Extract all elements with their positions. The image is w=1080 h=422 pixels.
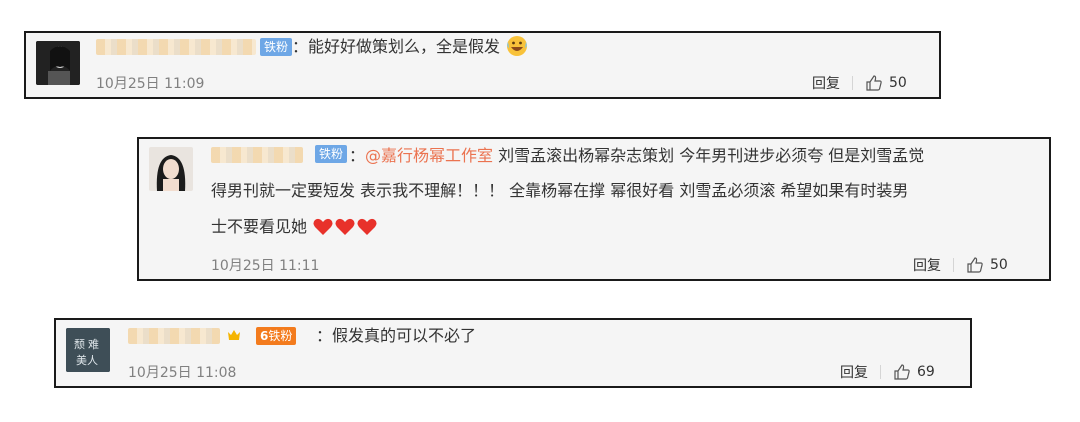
comment-line-3: 士不要看见她: [211, 217, 308, 236]
comment-line-1: 刘雪孟滚出杨幂杂志策划 今年男刊进步必须夸 但是刘雪孟觉: [493, 146, 925, 165]
divider: [953, 258, 954, 272]
avatar-glyph-2: 难: [88, 338, 99, 351]
comment-actions: 回复 50: [913, 255, 1008, 275]
comment-card-2: 铁粉 ：@嘉行杨幂工作室 刘雪孟滚出杨幂杂志策划 今年男刊进步必须夸 但是刘雪孟…: [137, 137, 1051, 281]
grin-sweat-emoji-icon: [507, 36, 528, 56]
comment-text: ：能好好做策划么，全是假发: [292, 31, 529, 63]
crown-icon: [228, 330, 240, 340]
comment-card-3: 颓 难 美人 6铁粉 ：假发真的可以不必了 10月25日 11:08 回复 69: [54, 318, 972, 388]
fan-badge: 6铁粉: [256, 327, 297, 345]
timestamp: 10月25日 11:11: [211, 258, 320, 274]
heart-icon: [335, 218, 355, 235]
comment-body: 能好好做策划么，全是假发: [308, 37, 501, 56]
colon: ：: [316, 326, 333, 345]
divider: [880, 365, 881, 379]
thumbs-up-icon[interactable]: [893, 363, 911, 381]
divider: [852, 76, 853, 90]
fan-badge: 铁粉: [260, 38, 293, 56]
comment-text: ：假发真的可以不必了: [316, 320, 476, 352]
avatar-glyph-1: 颓: [74, 338, 85, 351]
colon: ：: [292, 37, 309, 56]
username-blurred[interactable]: [96, 39, 256, 55]
comment-actions: 回复 69: [840, 362, 935, 382]
like-count[interactable]: 69: [917, 364, 935, 380]
fan-badge: 铁粉: [315, 145, 348, 163]
comment-line-2: 得男刊就一定要短发 表示我不理解！！！ 全靠杨幂在撑 幂很好看 刘雪孟必须滚 希…: [211, 181, 909, 200]
comment-line-3-wrap: 士不要看见她: [211, 211, 378, 243]
like-count[interactable]: 50: [889, 75, 907, 91]
like-count[interactable]: 50: [990, 257, 1008, 273]
heart-icon: [357, 218, 377, 235]
avatar[interactable]: 颓 难 美人: [66, 328, 110, 372]
colon: ：: [349, 146, 366, 165]
avatar-glyph-3: 美人: [76, 354, 98, 367]
timestamp: 10月25日 11:08: [128, 365, 237, 381]
heart-icon: [313, 218, 333, 235]
reply-button[interactable]: 回复: [840, 362, 868, 382]
timestamp: 10月25日 11:09: [96, 76, 205, 92]
avatar[interactable]: [149, 147, 193, 191]
fan-badge-label: 铁粉: [268, 329, 293, 343]
mention-link[interactable]: @嘉行杨幂工作室: [365, 146, 493, 165]
comment-actions: 回复 50: [812, 73, 907, 93]
comment-body: 假发真的可以不必了: [332, 326, 477, 345]
thumbs-up-icon[interactable]: [966, 256, 984, 274]
comment-text: ：@嘉行杨幂工作室 刘雪孟滚出杨幂杂志策划 今年男刊进步必须夸 但是刘雪孟觉: [349, 140, 1049, 172]
avatar[interactable]: [36, 41, 80, 85]
reply-button[interactable]: 回复: [812, 73, 840, 93]
thumbs-up-icon[interactable]: [865, 74, 883, 92]
comment-card-1: 铁粉 ：能好好做策划么，全是假发 10月25日 11:09 回复 50: [24, 31, 941, 99]
username-blurred[interactable]: [211, 147, 303, 163]
reply-button[interactable]: 回复: [913, 255, 941, 275]
username-blurred[interactable]: [128, 328, 220, 344]
